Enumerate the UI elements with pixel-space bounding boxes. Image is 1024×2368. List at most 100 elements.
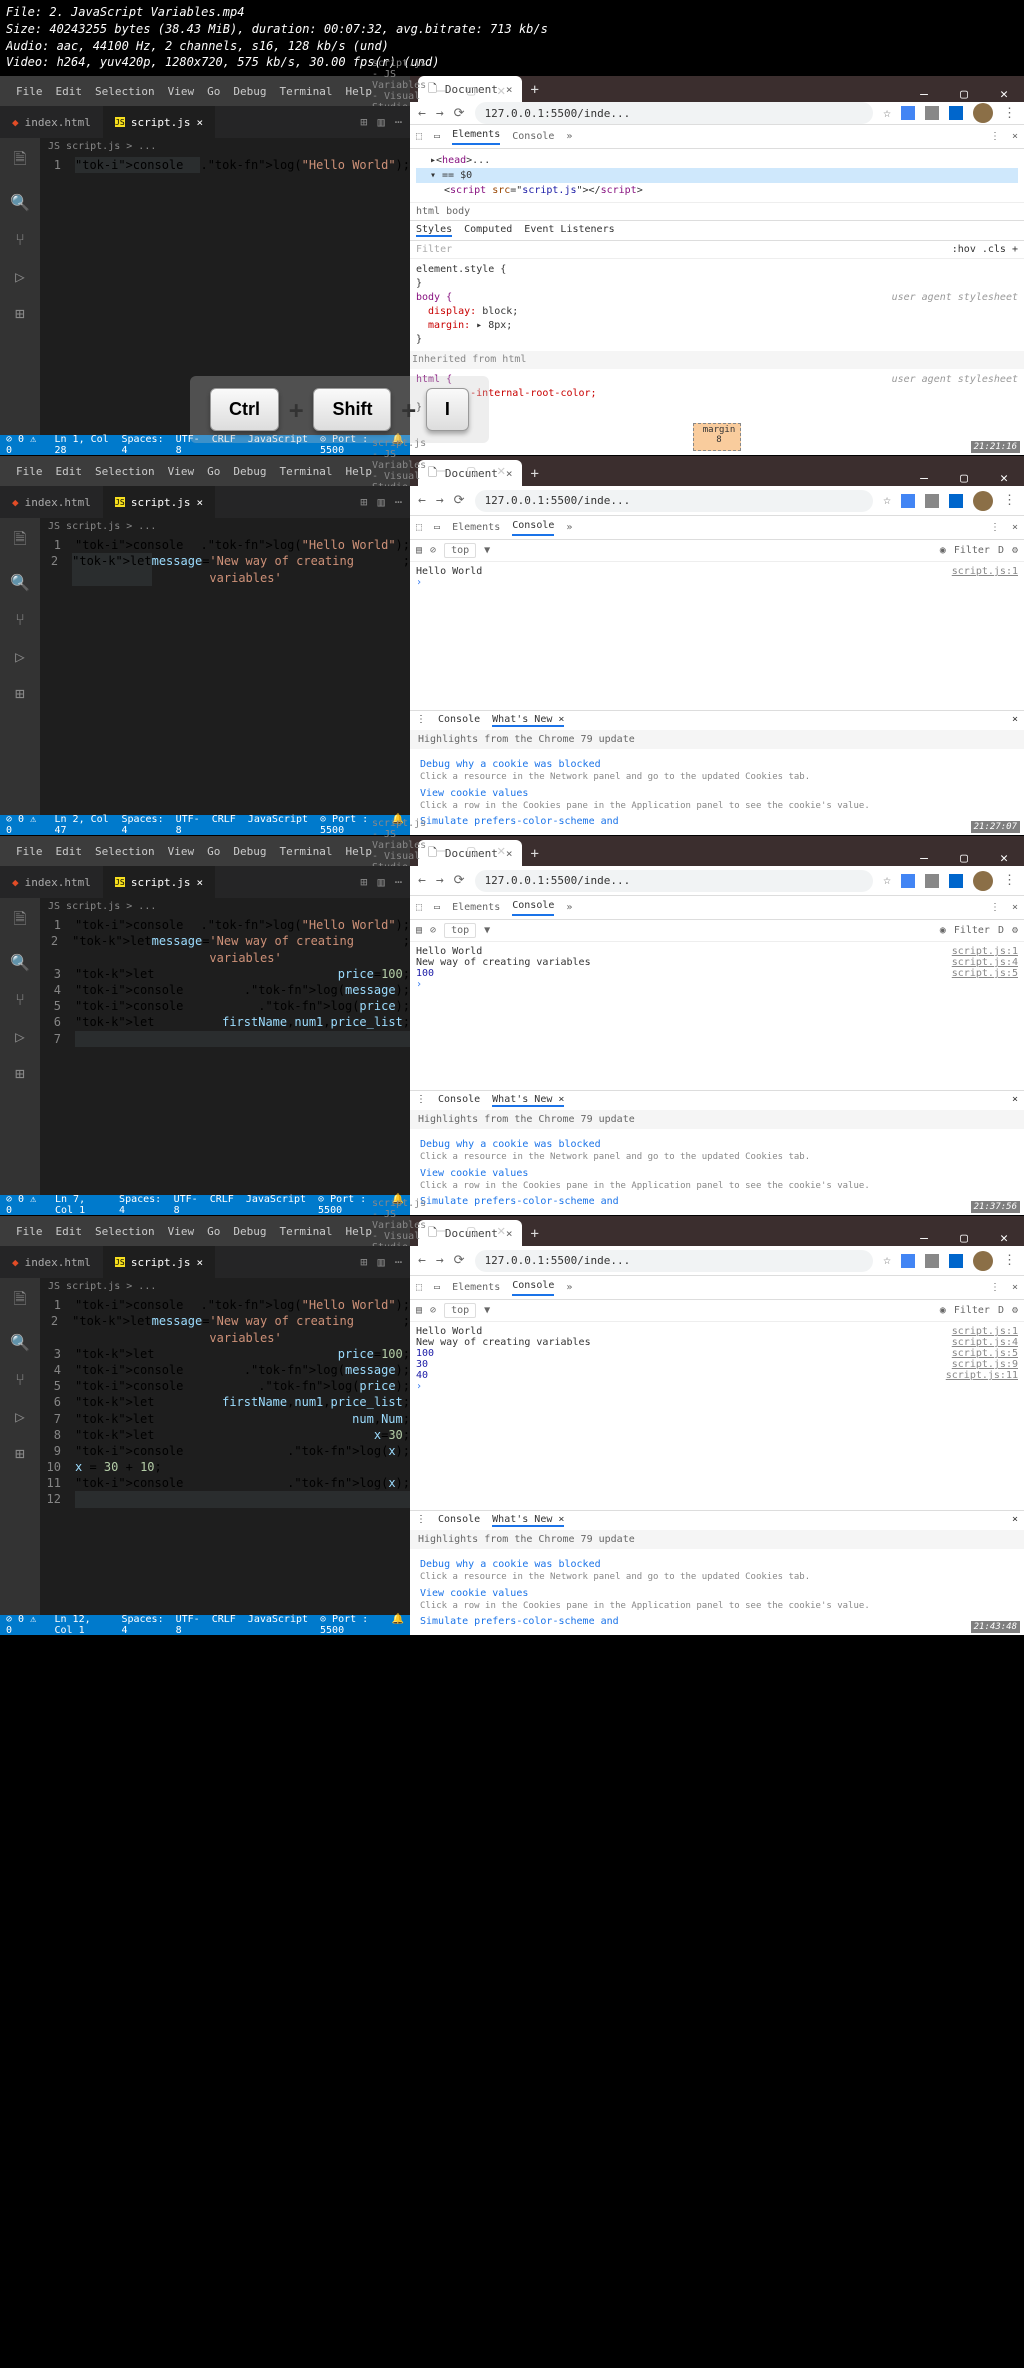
source-link[interactable]: script.js:1 — [952, 1326, 1018, 1337]
devtools-menu-icon[interactable]: ⋮ — [990, 522, 1000, 533]
device-toolbar-icon[interactable]: ▭ — [434, 131, 440, 142]
context-selector[interactable]: top — [444, 923, 476, 938]
devtools-close-icon[interactable]: × — [1012, 1282, 1018, 1293]
drawer-toggle-icon[interactable]: ⋮ — [416, 714, 426, 727]
debug-icon[interactable]: ▷ — [15, 647, 25, 666]
menu-go[interactable]: Go — [207, 465, 220, 478]
devtools-close-icon[interactable]: × — [1012, 902, 1018, 913]
settings-icon[interactable]: ⚙ — [1012, 925, 1018, 936]
extension-icon[interactable] — [925, 874, 939, 888]
menu-file[interactable]: File — [16, 85, 43, 98]
reload-button[interactable]: ⟳ — [454, 873, 465, 888]
devtools-tab-console[interactable]: Console — [512, 900, 554, 916]
url-bar[interactable]: 127.0.0.1:5500/inde... — [475, 870, 874, 892]
elements-panel[interactable]: ▸<head>... ▾ == $0 <script src="script.j… — [410, 149, 1024, 202]
menu-file[interactable]: File — [16, 1225, 43, 1238]
close-button[interactable]: ✕ — [486, 843, 516, 859]
close-button[interactable]: ✕ — [984, 1231, 1024, 1246]
reload-button[interactable]: ⟳ — [454, 1253, 465, 1268]
extension-icon[interactable] — [949, 1254, 963, 1268]
menu-selection[interactable]: Selection — [95, 85, 155, 98]
extensions-icon[interactable]: ⊞ — [15, 684, 25, 703]
menu-help[interactable]: Help — [345, 845, 372, 858]
inspect-icon[interactable]: ⬚ — [416, 522, 422, 533]
devtools-tab-console[interactable]: Console — [512, 1280, 554, 1296]
console-output[interactable]: Hello Worldscript.js:1New way of creatin… — [410, 1322, 1024, 1510]
code-line[interactable]: 3"tok-k">let price = 100; — [40, 966, 410, 982]
more-tabs-icon[interactable]: » — [566, 131, 572, 142]
explorer-icon[interactable]: 🗎 — [14, 148, 27, 175]
extension-icon[interactable] — [901, 494, 915, 508]
encoding-status[interactable]: UTF-8 — [176, 814, 200, 836]
extension-icon[interactable] — [901, 106, 915, 120]
tab-script-js[interactable]: JSscript.js× — [103, 486, 215, 518]
extension-icon[interactable] — [925, 494, 939, 508]
menu-edit[interactable]: Edit — [56, 465, 83, 478]
drawer-tab[interactable]: Console — [438, 714, 480, 727]
profile-avatar[interactable] — [973, 1251, 993, 1271]
code-line[interactable]: 6"tok-k">let firstName, num1, price_list… — [40, 1394, 410, 1410]
code-line[interactable]: 2"tok-k">let message = 'New way of creat… — [40, 1313, 410, 1345]
problems-status[interactable]: ⊘ 0 ⚠ 0 — [6, 434, 43, 456]
source-link[interactable]: script.js:4 — [952, 1337, 1018, 1348]
levels-selector[interactable]: D — [998, 545, 1004, 556]
debug-icon[interactable]: ▷ — [15, 1407, 25, 1426]
inspect-icon[interactable]: ⬚ — [416, 1282, 422, 1293]
close-button[interactable]: ✕ — [486, 1223, 516, 1239]
maximize-button[interactable]: ▢ — [456, 83, 486, 99]
extensions-icon[interactable]: ⊞ — [15, 1444, 25, 1463]
styles-tab-styles[interactable]: Styles — [416, 224, 452, 237]
url-bar[interactable]: 127.0.0.1:5500/inde... — [475, 1250, 874, 1272]
devtools-tab-console[interactable]: Console — [512, 131, 554, 142]
new-tab-button[interactable]: + — [530, 82, 538, 98]
eye-icon[interactable]: ◉ — [940, 545, 946, 556]
profile-avatar[interactable] — [973, 491, 993, 511]
menu-help[interactable]: Help — [345, 465, 372, 478]
cursor-position[interactable]: Ln 1, Col 28 — [55, 434, 110, 456]
split-icon[interactable]: ▥ — [378, 495, 385, 509]
sidebar-toggle-icon[interactable]: ▤ — [416, 925, 422, 936]
indent-status[interactable]: Spaces: 4 — [121, 814, 163, 836]
extension-icon[interactable] — [949, 106, 963, 120]
source-control-icon[interactable]: ⑂ — [15, 990, 25, 1009]
menu-debug[interactable]: Debug — [233, 465, 266, 478]
reload-button[interactable]: ⟳ — [454, 106, 465, 121]
drawer-tab[interactable]: What's New × — [492, 1514, 564, 1527]
profile-avatar[interactable] — [973, 103, 993, 123]
close-button[interactable]: ✕ — [984, 471, 1024, 486]
editor-area[interactable]: JS script.js > ... 1"tok-i">console."tok… — [40, 898, 410, 1195]
box-model[interactable]: margin 8 — [410, 419, 1024, 455]
news-heading[interactable]: View cookie values — [420, 788, 1014, 799]
devtools-menu-icon[interactable]: ⋮ — [990, 1282, 1000, 1293]
filter-input[interactable]: Filter — [954, 545, 990, 556]
search-icon[interactable]: 🔍 — [10, 953, 30, 972]
more-tabs-icon[interactable]: » — [566, 522, 572, 533]
code-line[interactable]: 3"tok-k">let price = 100; — [40, 1346, 410, 1362]
tab-script-js[interactable]: JSscript.js× — [103, 1246, 215, 1278]
menu-debug[interactable]: Debug — [233, 845, 266, 858]
maximize-button[interactable]: ▢ — [456, 1223, 486, 1239]
code-line[interactable]: 1"tok-i">console."tok-fn">log("Hello Wor… — [40, 157, 410, 173]
editor-area[interactable]: JS script.js > ... 1"tok-i">console."tok… — [40, 518, 410, 815]
menu-edit[interactable]: Edit — [56, 1225, 83, 1238]
menu-go[interactable]: Go — [207, 845, 220, 858]
context-selector[interactable]: top — [444, 543, 476, 558]
more-icon[interactable]: ⋯ — [395, 1255, 402, 1269]
code-line[interactable]: 6"tok-k">let firstName, num1, price_list… — [40, 1014, 410, 1030]
menu-view[interactable]: View — [168, 845, 195, 858]
menu-icon[interactable]: ⋮ — [1003, 493, 1016, 508]
code-line[interactable]: 12 — [40, 1491, 410, 1507]
menu-selection[interactable]: Selection — [95, 845, 155, 858]
tab-close-icon[interactable]: × — [196, 1256, 203, 1269]
styles-tab-event listeners[interactable]: Event Listeners — [524, 224, 614, 237]
maximize-button[interactable]: ▢ — [944, 87, 984, 102]
console-message[interactable]: New way of creating variablesscript.js:4 — [416, 1337, 1018, 1348]
star-icon[interactable]: ☆ — [883, 873, 891, 888]
filter-input[interactable]: Filter — [416, 244, 952, 255]
language-status[interactable]: JavaScript — [248, 1614, 308, 1636]
minimize-button[interactable]: — — [904, 851, 944, 866]
forward-button[interactable]: → — [436, 1253, 444, 1268]
breadcrumb[interactable]: JS script.js > ... — [40, 138, 410, 155]
profile-avatar[interactable] — [973, 871, 993, 891]
minimize-button[interactable]: — — [904, 87, 944, 102]
